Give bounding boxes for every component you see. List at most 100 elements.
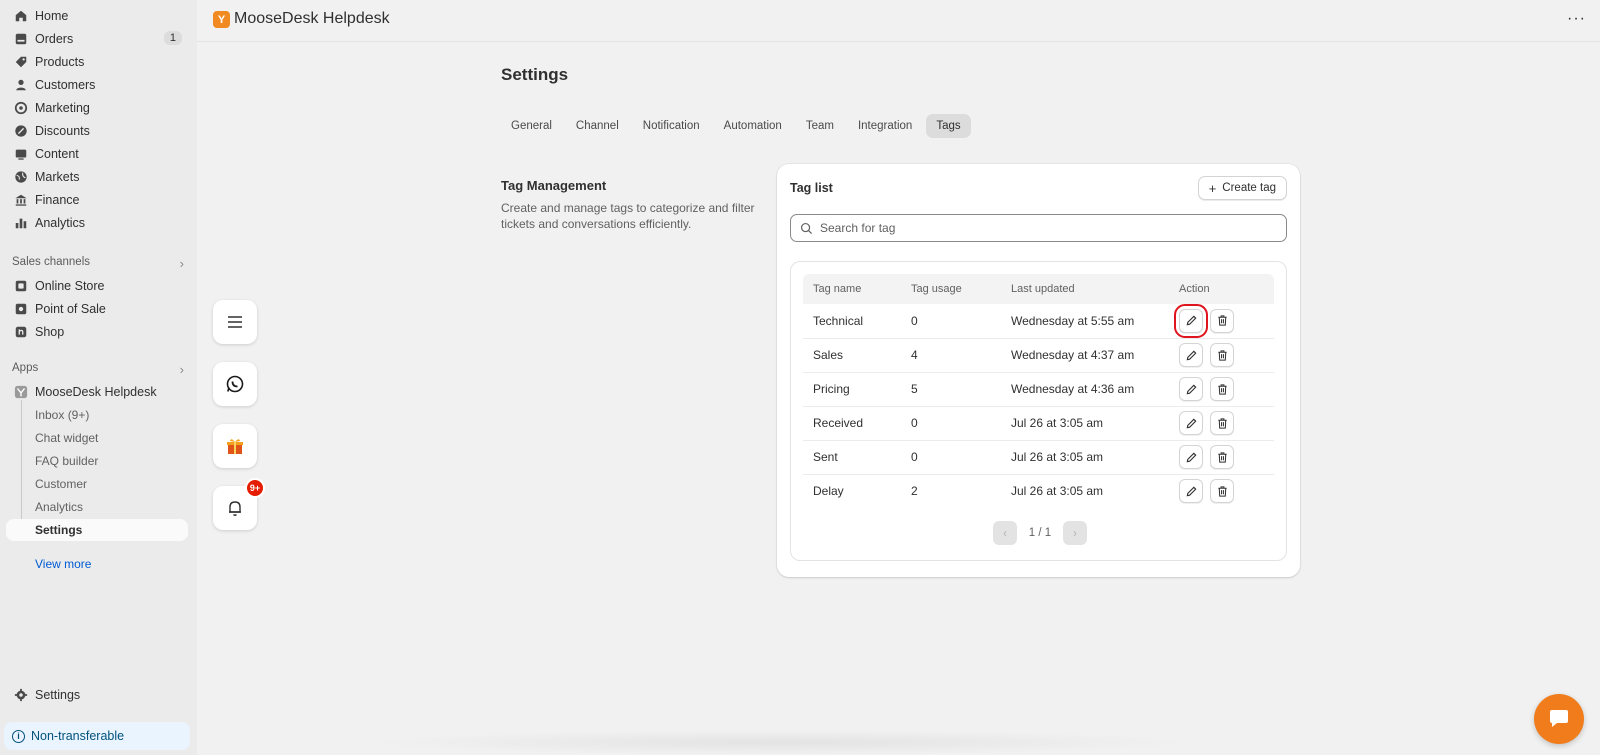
delete-tag-button[interactable] (1210, 479, 1235, 504)
tab-automation[interactable]: Automation (714, 114, 792, 138)
sidebar-item-shop[interactable]: Shop (6, 321, 188, 343)
pencil-icon (1186, 315, 1196, 326)
tab-team[interactable]: Team (796, 114, 844, 138)
tab-notification[interactable]: Notification (633, 114, 710, 138)
sidebar-subitem-customer[interactable]: Customer (6, 473, 188, 495)
sidebar-item-content[interactable]: Content (6, 143, 188, 165)
bank-icon (14, 193, 28, 207)
sidebar-item-point-of-sale[interactable]: Point of Sale (6, 298, 188, 320)
edit-tag-button[interactable] (1174, 303, 1208, 338)
tag-name-cell: Sales (803, 338, 901, 373)
action-cell (1169, 440, 1274, 475)
moosedesk-logo-icon: Y (213, 11, 230, 28)
table-row: Technical 0 Wednesday at 5:55 am (803, 303, 1274, 339)
sidebar-subitem-analytics[interactable]: Analytics (6, 496, 188, 518)
tab-general[interactable]: General (501, 114, 562, 138)
apps-header[interactable]: Apps › (12, 362, 184, 377)
chevron-right-icon: › (1073, 526, 1077, 540)
sidebar-item-label: Markets (35, 170, 80, 184)
whatsapp-icon (226, 375, 244, 393)
sidebar-item-label: Settings (35, 688, 81, 702)
trash-icon (1218, 417, 1227, 429)
sidebar-item-online-store[interactable]: Online Store (6, 275, 188, 297)
table-row: Received 0 Jul 26 at 3:05 am (803, 406, 1274, 441)
sidebar-item-markets[interactable]: Markets (6, 166, 188, 188)
globe-icon (14, 170, 28, 184)
view-more-link[interactable]: View more (35, 557, 91, 571)
prev-page-button[interactable]: ‹ (993, 521, 1017, 545)
gear-icon (14, 688, 28, 702)
gift-float-button[interactable] (213, 424, 257, 468)
sidebar-item-marketing[interactable]: Marketing (6, 97, 188, 119)
create-tag-button[interactable]: + Create tag (1197, 176, 1287, 200)
more-actions-icon[interactable]: ··· (1567, 10, 1586, 28)
sidebar-subitem-faq-builder[interactable]: FAQ builder (6, 450, 188, 472)
orders-count-badge: 1 (163, 31, 182, 45)
notifications-float-button[interactable]: 9+ (213, 478, 265, 530)
tag-name-cell: Received (803, 406, 901, 441)
tab-tags[interactable]: Tags (926, 114, 971, 138)
tag-search-field[interactable] (790, 214, 1287, 242)
page-indicator: 1 / 1 (1028, 527, 1052, 539)
tag-name-cell: Sent (803, 440, 901, 475)
orders-icon (14, 32, 28, 46)
next-page-button[interactable]: › (1063, 521, 1087, 545)
delete-tag-button[interactable] (1210, 445, 1235, 469)
whatsapp-float-button[interactable] (213, 362, 257, 406)
sidebar-item-moosedesk[interactable]: MooseDesk Helpdesk (6, 381, 188, 403)
sidebar-item-finance[interactable]: Finance (6, 189, 188, 211)
edit-tag-button[interactable] (1179, 479, 1203, 504)
sales-channels-header[interactable]: Sales channels › (12, 256, 184, 271)
table-row: Pricing 5 Wednesday at 4:36 am (803, 372, 1274, 407)
sidebar-item-label: Finance (35, 193, 80, 207)
menu-float-button[interactable] (213, 300, 257, 344)
tag-name-cell: Delay (813, 484, 844, 499)
sidebar-item-products[interactable]: Products (6, 51, 188, 73)
hamburger-icon (228, 316, 242, 328)
chevron-right-icon[interactable]: › (180, 256, 184, 271)
sidebar-item-discounts[interactable]: Discounts (6, 120, 188, 142)
delete-tag-button[interactable] (1210, 377, 1235, 401)
create-tag-label: Create tag (1222, 182, 1276, 194)
sidebar-item-analytics[interactable]: Analytics (6, 212, 188, 234)
sidebar-subitem-inbox[interactable]: Inbox (9+) (6, 404, 188, 426)
sidebar-item-orders[interactable]: Orders 1 (6, 28, 188, 50)
tag-name-cell: Technical (803, 304, 901, 339)
tag-list-card: Tag list + Create tag Tag name Tag usage… (777, 164, 1300, 577)
delete-tag-button[interactable] (1210, 308, 1235, 333)
person-icon (14, 78, 28, 92)
delete-tag-button[interactable] (1210, 411, 1235, 435)
delete-tag-button[interactable] (1210, 343, 1235, 367)
sidebar-item-customers[interactable]: Customers (6, 74, 188, 96)
edit-tag-button[interactable] (1179, 377, 1203, 401)
tag-usage-cell: 0 (901, 406, 1001, 441)
last-updated-cell: Wednesday at 5:55 am (1001, 304, 1169, 339)
sidebar-item-label: Marketing (35, 101, 90, 115)
tab-channel[interactable]: Channel (566, 114, 629, 138)
sales-channels-label: Sales channels (12, 256, 90, 268)
table-row: Sent 0 Jul 26 at 3:05 am (803, 440, 1274, 475)
tag-usage-cell: 0 (901, 304, 1001, 339)
search-input[interactable] (820, 221, 1260, 235)
chevron-right-icon[interactable]: › (180, 362, 184, 377)
sidebar-item-settings[interactable]: Settings (6, 684, 188, 706)
action-cell (1169, 372, 1274, 407)
pencil-icon (1186, 452, 1196, 462)
sidebar-subitem-chat-widget[interactable]: Chat widget (6, 427, 188, 449)
sidebar-item-label: Online Store (35, 279, 105, 293)
edit-tag-button[interactable] (1179, 411, 1203, 435)
bell-icon (229, 501, 241, 516)
non-transferable-notice[interactable]: i Non-transferable (4, 722, 190, 750)
pencil-icon (1186, 418, 1196, 428)
sidebar-subitem-settings[interactable]: Settings (6, 519, 188, 541)
pagination: ‹ 1 / 1 › (993, 521, 1087, 545)
edit-tag-button[interactable] (1179, 343, 1203, 367)
table-row: Sales 4 Wednesday at 4:37 am (803, 338, 1274, 373)
bar-chart-icon (14, 216, 28, 230)
tab-integration[interactable]: Integration (848, 114, 922, 138)
edit-tag-button[interactable] (1179, 445, 1203, 469)
sidebar-item-label: Analytics (35, 216, 86, 230)
chat-launcher-button[interactable] (1534, 694, 1584, 744)
sidebar-item-label: Products (35, 55, 85, 69)
sidebar-item-home[interactable]: Home (6, 5, 188, 27)
